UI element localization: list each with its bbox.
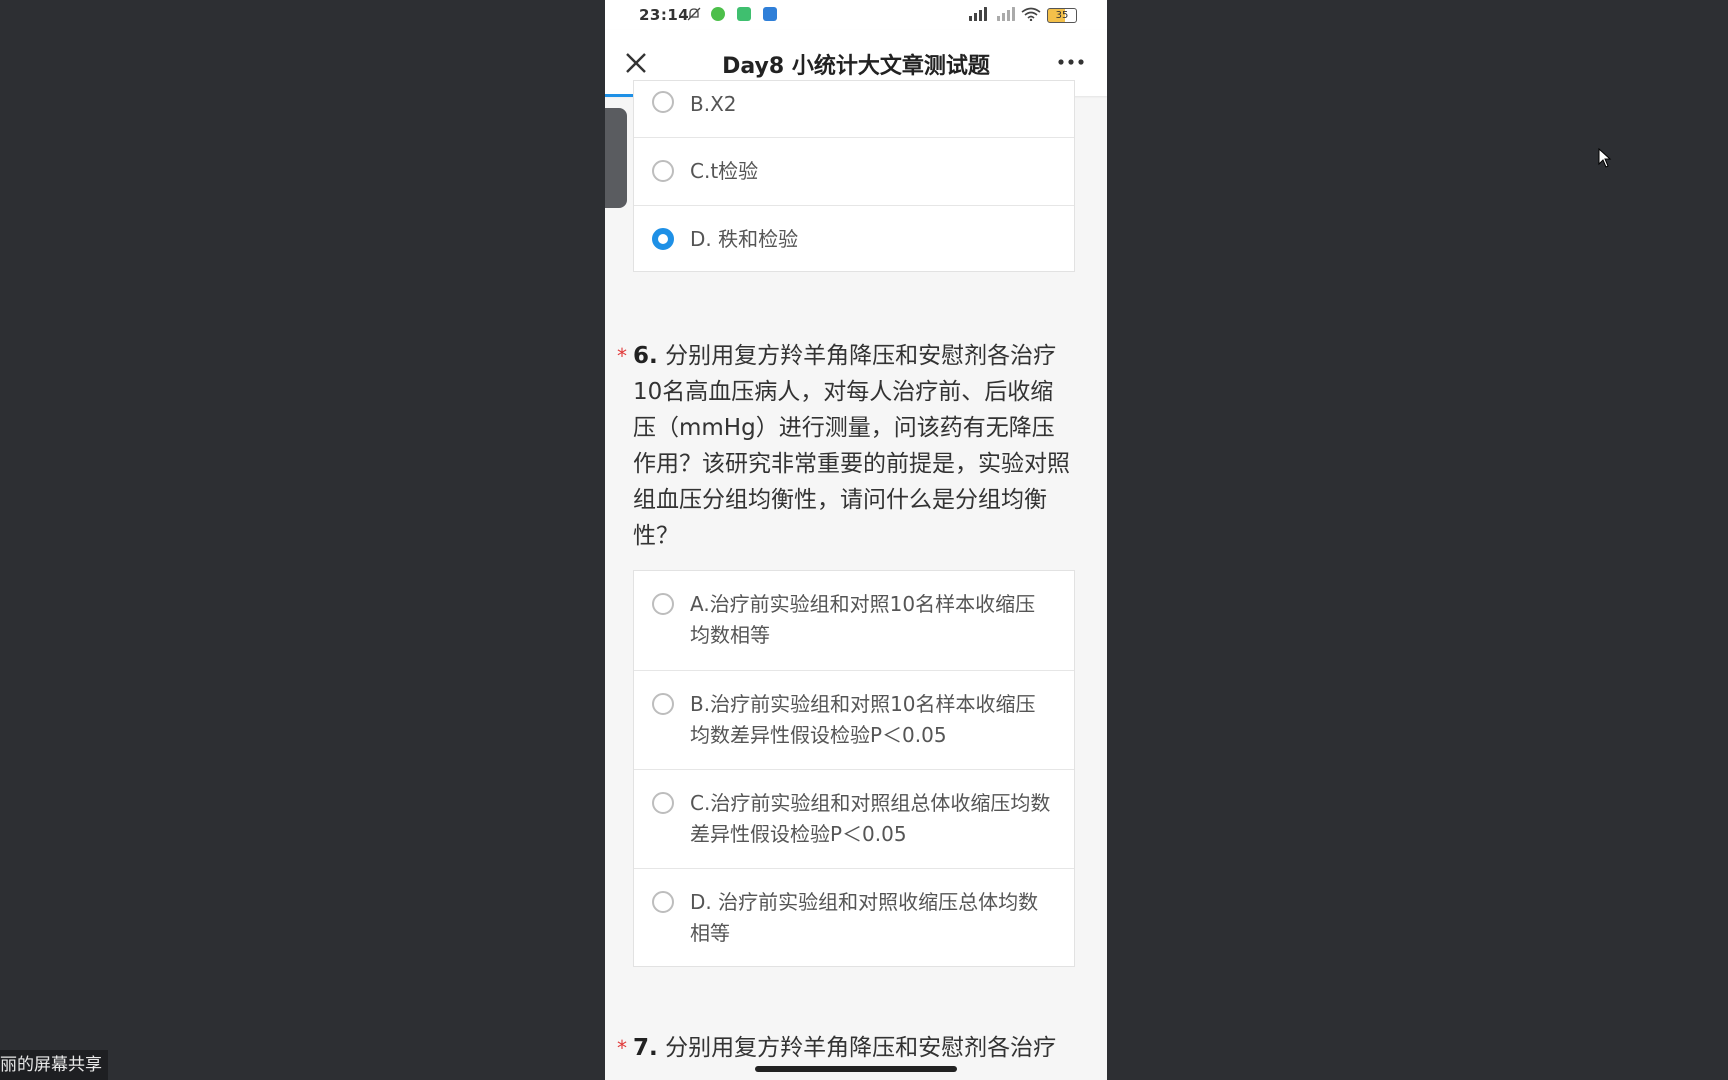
radio-button[interactable]	[652, 593, 674, 615]
radio-button[interactable]	[652, 693, 674, 715]
question-text: 分别用复方羚羊角降压和安慰剂各治疗	[665, 1035, 1057, 1061]
signal-icon	[969, 7, 987, 21]
app-green-square-icon	[737, 7, 751, 21]
radio-button[interactable]	[652, 891, 674, 913]
option-label: C.治疗前实验组和对照组总体收缩压均数差异性假设检验P＜0.05	[690, 791, 1051, 846]
q5-options-card: B.X2 C.t检验 D. 秩和检验	[633, 80, 1075, 272]
option-label: C.t检验	[690, 159, 759, 183]
q5-option-c[interactable]: C.t检验	[634, 137, 1074, 205]
radio-button-selected[interactable]	[652, 228, 674, 250]
option-label: A.治疗前实验组和对照10名样本收缩压均数相等	[690, 592, 1036, 647]
home-indicator[interactable]	[755, 1066, 957, 1072]
mouse-cursor-icon	[1598, 148, 1612, 168]
mute-bell-icon	[687, 7, 701, 21]
phone-screen: 23:14 35 Day8 小统计大文章测试题 B.X2 C.t检验 D. 秩和…	[605, 0, 1107, 1080]
radio-button[interactable]	[652, 160, 674, 182]
q5-option-b[interactable]: B.X2	[634, 81, 1074, 137]
q6-option-c[interactable]: C.治疗前实验组和对照组总体收缩压均数差异性假设检验P＜0.05	[634, 769, 1074, 868]
app-blue-icon	[763, 7, 777, 21]
app-green-icon	[711, 7, 725, 21]
option-label: D. 秩和检验	[690, 227, 799, 251]
status-time: 23:14	[639, 6, 690, 24]
wifi-icon	[1021, 7, 1041, 21]
option-label: D. 治疗前实验组和对照收缩压总体均数相等	[690, 890, 1039, 945]
radio-button[interactable]	[652, 792, 674, 814]
q6-option-b[interactable]: B.治疗前实验组和对照10名样本收缩压均数差异性假设检验P＜0.05	[634, 670, 1074, 769]
q6-option-d[interactable]: D. 治疗前实验组和对照收缩压总体均数相等	[634, 868, 1074, 966]
more-icon[interactable]	[1057, 50, 1085, 74]
required-star: *	[617, 1036, 627, 1060]
battery-icon: 35	[1047, 8, 1077, 23]
radio-button[interactable]	[652, 91, 674, 113]
required-star: *	[617, 344, 627, 368]
option-label: B.治疗前实验组和对照10名样本收缩压均数差异性假设检验P＜0.05	[690, 692, 1036, 747]
side-drawer-handle[interactable]	[605, 108, 627, 208]
question-7: * 7. 分别用复方羚羊角降压和安慰剂各治疗	[617, 1030, 1073, 1066]
option-label: B.X2	[690, 92, 737, 116]
question-number: 7.	[633, 1035, 658, 1061]
q6-options-card: A.治疗前实验组和对照10名样本收缩压均数相等 B.治疗前实验组和对照10名样本…	[633, 570, 1075, 967]
status-bar: 23:14 35	[605, 0, 1107, 30]
question-6: * 6. 分别用复方羚羊角降压和安慰剂各治疗10名高血压病人，对每人治疗前、后收…	[617, 338, 1073, 554]
question-text: 分别用复方羚羊角降压和安慰剂各治疗10名高血压病人，对每人治疗前、后收缩压（mm…	[633, 343, 1070, 549]
signal-weak-icon	[997, 7, 1015, 21]
q5-option-d[interactable]: D. 秩和检验	[634, 205, 1074, 273]
page-title: Day8 小统计大文章测试题	[722, 54, 990, 79]
q6-option-a[interactable]: A.治疗前实验组和对照10名样本收缩压均数相等	[634, 571, 1074, 670]
question-number: 6.	[633, 343, 658, 369]
screen-share-label: 丽的屏幕共享	[0, 1050, 108, 1080]
